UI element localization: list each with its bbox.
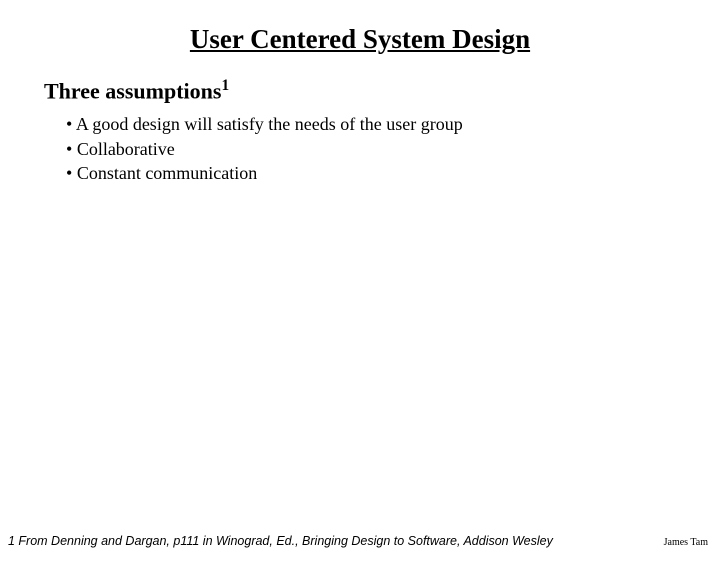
subheading-superscript: 1	[221, 77, 229, 94]
subheading-text: Three assumptions	[44, 78, 221, 103]
subheading: Three assumptions1	[44, 77, 676, 104]
author-name: James Tam	[664, 537, 708, 548]
bullet-list: A good design will satisfy the needs of …	[44, 112, 676, 185]
list-item: A good design will satisfy the needs of …	[66, 112, 676, 136]
list-item: Collaborative	[66, 137, 676, 161]
footnote: 1 From Denning and Dargan, p111 in Winog…	[8, 534, 553, 548]
content-area: Three assumptions1 A good design will sa…	[0, 77, 720, 185]
page-title: User Centered System Design	[0, 24, 720, 55]
list-item: Constant communication	[66, 161, 676, 185]
